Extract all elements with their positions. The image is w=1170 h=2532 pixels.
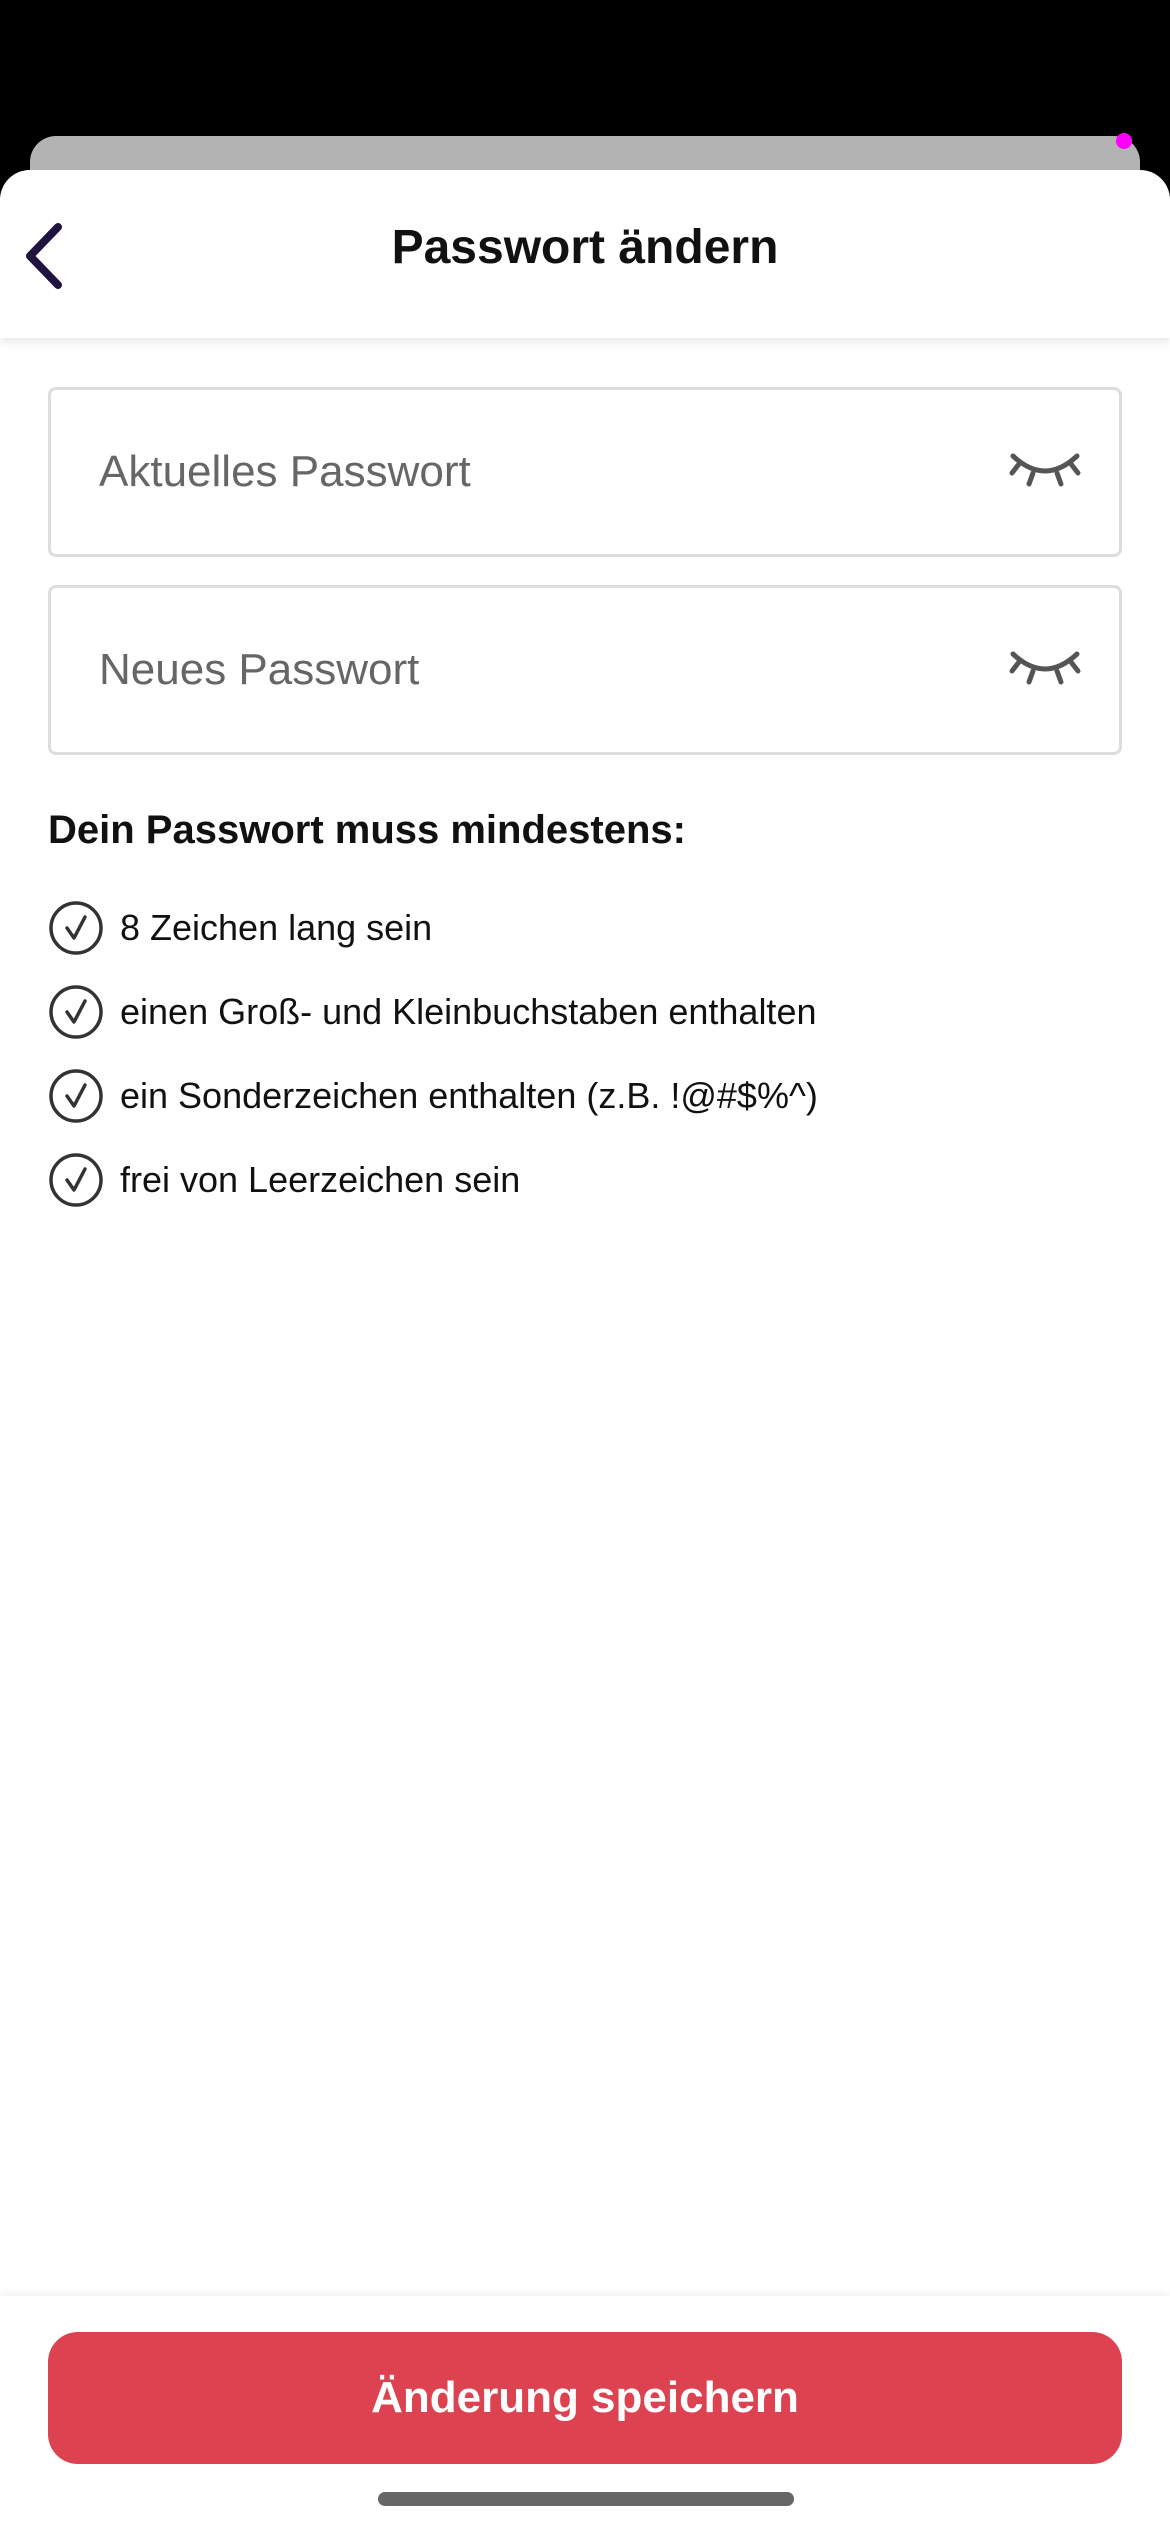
change-password-sheet: Passwort ändern Dein Passwort muss minde… xyxy=(0,170,1170,2532)
password-rules-list: 8 Zeichen lang sein einen Groß- und Klei… xyxy=(48,886,1122,1222)
toggle-current-password-visibility[interactable] xyxy=(1007,440,1083,500)
rule-item-no-spaces: frei von Leerzeichen sein xyxy=(48,1138,1122,1222)
current-password-input[interactable] xyxy=(99,390,979,554)
page-title: Passwort ändern xyxy=(391,221,779,274)
rule-text: frei von Leerzeichen sein xyxy=(120,1159,521,1200)
check-circle-icon xyxy=(49,985,103,1039)
eye-closed-icon xyxy=(1009,453,1081,487)
password-rules-heading: Dein Passwort muss mindestens: xyxy=(48,808,686,852)
toggle-new-password-visibility[interactable] xyxy=(1007,638,1083,698)
rule-text: ein Sonderzeichen enthalten (z.B. !@#$%^… xyxy=(120,1075,818,1116)
rule-item-case: einen Groß- und Kleinbuchstaben enthalte… xyxy=(48,970,1122,1054)
rule-item-special-char: ein Sonderzeichen enthalten (z.B. !@#$%^… xyxy=(48,1054,1122,1138)
rule-text: einen Groß- und Kleinbuchstaben enthalte… xyxy=(120,991,817,1032)
save-changes-button[interactable]: Änderung speichern xyxy=(48,2332,1122,2464)
eye-closed-icon xyxy=(1009,651,1081,685)
rule-item-length: 8 Zeichen lang sein xyxy=(48,886,1122,970)
check-circle-icon xyxy=(49,901,103,955)
current-password-field[interactable] xyxy=(48,387,1122,557)
indicator-dot xyxy=(1116,133,1132,149)
new-password-field[interactable] xyxy=(48,585,1122,755)
header: Passwort ändern xyxy=(0,170,1170,338)
home-indicator xyxy=(378,2492,794,2506)
rule-text: 8 Zeichen lang sein xyxy=(120,907,433,948)
screen: Passwort ändern Dein Passwort muss minde… xyxy=(0,0,1170,2532)
check-circle-icon xyxy=(49,1069,103,1123)
new-password-input[interactable] xyxy=(99,588,979,752)
check-circle-icon xyxy=(49,1153,103,1207)
